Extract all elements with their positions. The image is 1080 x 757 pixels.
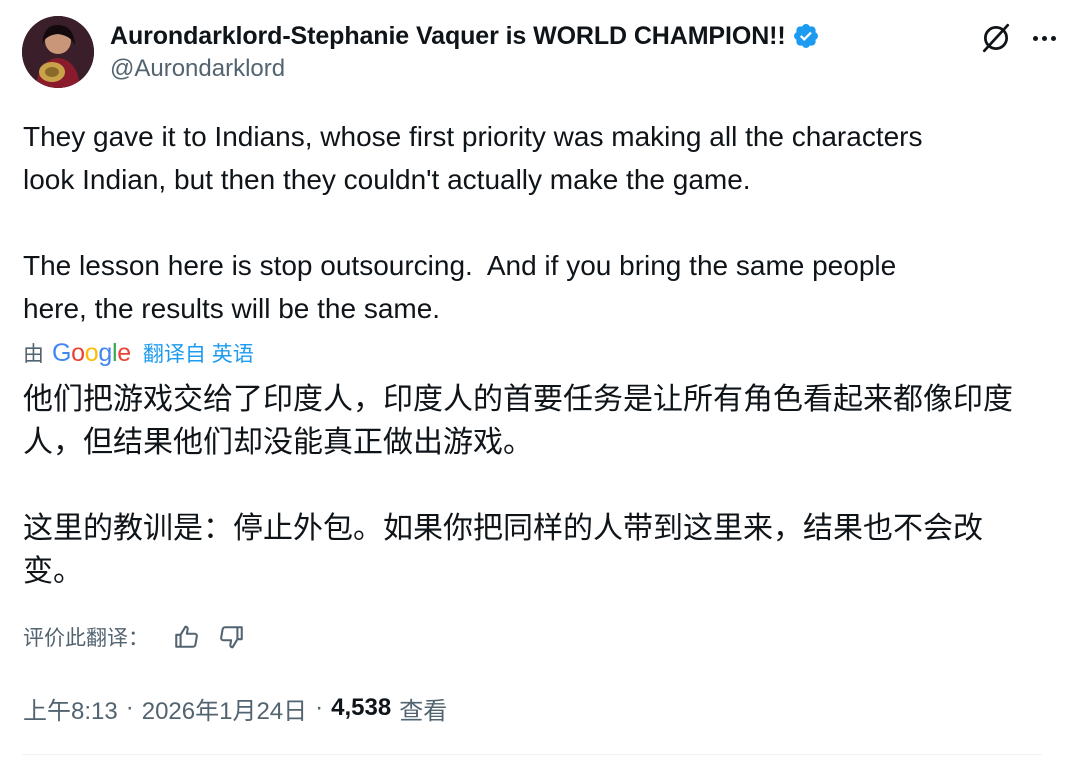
author-name-row: Aurondarklord-Stephanie Vaquer is WORLD …	[110, 19, 820, 53]
views-label: 查看	[399, 697, 448, 725]
more-options-icon[interactable]	[1026, 18, 1062, 58]
translated-from-link[interactable]: 翻译自 英语	[143, 338, 254, 368]
tweet-date[interactable]: 2026年1月24日	[142, 691, 307, 726]
user-avatar-image	[22, 16, 94, 88]
top-actions	[976, 18, 1062, 58]
rate-translation-label: 评价此翻译：	[23, 627, 149, 650]
translated-by-label: 由	[23, 343, 44, 366]
grok-icon[interactable]	[976, 18, 1016, 58]
thumbs-up-icon[interactable]	[171, 622, 201, 652]
meta-separator: ·	[125, 694, 134, 721]
translation-attribution: 由 Google 翻译自 英语	[23, 338, 254, 368]
rate-translation-row: 评价此翻译：	[23, 620, 263, 654]
author-handle[interactable]: @Aurondarklord	[110, 55, 285, 83]
google-logo: Google	[52, 338, 131, 367]
tweet-header: Aurondarklord-Stephanie Vaquer is WORLD …	[22, 16, 1062, 90]
tweet-meta: 上午8:13 · 2026年1月24日 · 4,538 查看	[23, 690, 447, 726]
tweet-text: They gave it to Indians, whose first pri…	[23, 121, 923, 324]
author-avatar[interactable]	[22, 16, 94, 88]
author-display-name[interactable]: Aurondarklord-Stephanie Vaquer is WORLD …	[110, 22, 786, 51]
views-count: 4,538	[331, 694, 392, 721]
meta-separator: ·	[315, 694, 324, 721]
tweet-detail: Aurondarklord-Stephanie Vaquer is WORLD …	[0, 0, 1080, 757]
tweet-time[interactable]: 上午8:13	[23, 691, 118, 726]
thumbs-down-icon[interactable]	[217, 622, 247, 652]
translated-text: 他们把游戏交给了印度人，印度人的首要任务是让所有角色看起来都像印度 人，但结果他…	[23, 382, 1013, 589]
divider	[22, 754, 1042, 755]
verified-badge-icon	[792, 22, 820, 50]
